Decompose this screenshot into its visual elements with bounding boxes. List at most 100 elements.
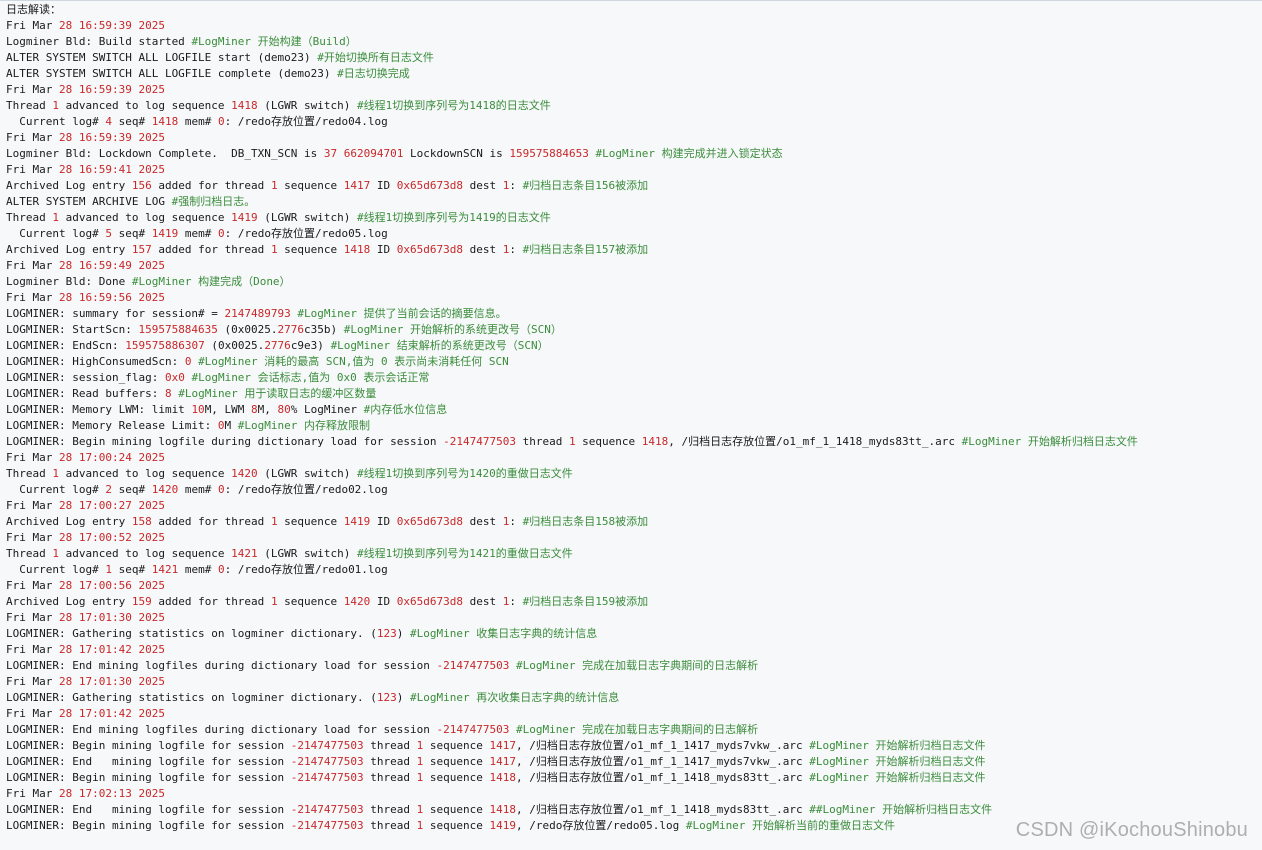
text-token: (LGWR switch) — [257, 211, 358, 224]
vertical-scrollbar[interactable] — [1256, 0, 1262, 850]
comment-token: #LogMiner 完成在加载日志字典期间的日志解析 — [515, 723, 759, 736]
text-token: Fri Mar — [6, 611, 59, 624]
comment-token: #LogMiner 完成在加载日志字典期间的日志解析 — [515, 659, 759, 672]
number-token: 1420 — [343, 595, 371, 608]
text-token: Fri Mar — [6, 707, 59, 720]
text-token: sequence — [277, 243, 344, 256]
text-token: added for thread — [151, 595, 271, 608]
text-token: ID — [370, 179, 397, 192]
number-token: 1 — [52, 547, 59, 560]
text-token: Fri Mar — [6, 643, 59, 656]
comment-token: #LogMiner 开始解析归档日志文件 — [809, 755, 986, 768]
code-line: LOGMINER: session_flag: 0x0 #LogMiner 会话… — [6, 370, 1262, 386]
number-token: 1 — [105, 563, 112, 576]
text-token: LOGMINER: HighConsumedScn: — [6, 355, 185, 368]
text-token: Fri Mar — [6, 19, 59, 32]
number-token: 17:00:27 2025 — [78, 499, 165, 512]
number-token: 1 — [52, 99, 59, 112]
text-token: LOGMINER: Memory Release Limit: — [6, 419, 218, 432]
text-token: , /归档日志存放位置/o1_mf_1_1418_myds83tt_.arc — [668, 435, 962, 448]
code-line: Fri Mar 28 16:59:39 2025 — [6, 82, 1262, 98]
number-token: 16:59:39 2025 — [78, 19, 165, 32]
number-token: 1419 — [343, 515, 371, 528]
text-token: ) — [396, 627, 410, 640]
number-token: 1 — [568, 435, 576, 448]
text-token: Fri Mar — [6, 291, 59, 304]
comment-token: #内存低水位信息 — [363, 403, 448, 416]
text-token: Current log# — [6, 483, 106, 496]
text-token: sequence — [423, 803, 490, 816]
number-token: 17:02:13 2025 — [78, 787, 165, 800]
text-token: thread — [515, 435, 569, 448]
text-token: advanced to log sequence — [58, 99, 232, 112]
text-token: Current log# — [6, 227, 106, 240]
code-line: Fri Mar 28 17:01:42 2025 — [6, 642, 1262, 658]
text-token: , /归档日志存放位置/o1_mf_1_1418_myds83tt_.arc — [515, 803, 810, 816]
number-token: 28 — [58, 163, 73, 176]
text-token: LOGMINER: End mining logfiles during dic… — [6, 723, 437, 736]
number-token: 28 — [58, 19, 73, 32]
number-token: 1418 — [151, 115, 179, 128]
text-token: Archived Log entry — [6, 179, 132, 192]
text-token: sequence — [277, 179, 344, 192]
text-token: dest — [463, 243, 503, 256]
code-line: Fri Mar 28 16:59:56 2025 — [6, 290, 1262, 306]
comment-token: #归档日志条目157被添加 — [522, 243, 649, 256]
number-token: 17:00:24 2025 — [78, 451, 165, 464]
code-line: Archived Log entry 159 added for thread … — [6, 594, 1262, 610]
text-token: (LGWR switch) — [257, 467, 358, 480]
text-token: thread — [363, 771, 417, 784]
number-token: 159 — [131, 595, 152, 608]
code-line: LOGMINER: Begin mining logfile for sessi… — [6, 738, 1262, 754]
text-token: % LogMiner — [290, 403, 364, 416]
text-token: thread — [363, 755, 417, 768]
comment-token: #归档日志条目156被添加 — [522, 179, 649, 192]
number-token: 17:01:42 2025 — [78, 707, 165, 720]
text-token: dest — [463, 515, 503, 528]
code-line: LOGMINER: Begin mining logfile for sessi… — [6, 770, 1262, 786]
text-token: Fri Mar — [6, 787, 59, 800]
code-line: LOGMINER: Gathering statistics on logmin… — [6, 626, 1262, 642]
comment-token: #LogMiner 构建完成并进入锁定状态 — [595, 147, 783, 160]
number-token: 16:59:56 2025 — [78, 291, 165, 304]
number-token: 1418 — [489, 803, 516, 816]
text-token: thread — [363, 803, 417, 816]
comment-token: #LogMiner 用于读取日志的缓冲区数量 — [178, 387, 377, 400]
number-token: 28 — [58, 675, 73, 688]
number-token: 28 — [58, 291, 73, 304]
text-token: Fri Mar — [6, 83, 59, 96]
text-token: Archived Log entry — [6, 595, 132, 608]
text-token: LOGMINER: Memory LWM: limit — [6, 403, 192, 416]
text-token: c35b) — [304, 323, 344, 336]
number-token: 1420 — [231, 467, 258, 480]
text-token: ID — [370, 515, 397, 528]
comment-token: #LogMiner 开始解析当前的重做日志文件 — [685, 819, 896, 832]
number-token: 1417 — [343, 179, 371, 192]
number-token: -2147477503 — [290, 739, 364, 752]
text-token: advanced to log sequence — [58, 467, 232, 480]
number-token: 5 — [105, 227, 112, 240]
text-token: (LGWR switch) — [257, 99, 358, 112]
comment-token: #LogMiner 结束解析的系统更改号（SCN） — [330, 339, 549, 352]
number-token: 662094701 — [343, 147, 404, 160]
text-token: seq# — [111, 483, 152, 496]
code-line: 日志解读： — [6, 2, 1262, 18]
text-token: mem# — [178, 563, 218, 576]
text-token: Archived Log entry — [6, 243, 132, 256]
number-token: 0x65d673d8 — [396, 595, 464, 608]
code-line: ALTER SYSTEM SWITCH ALL LOGFILE complete… — [6, 66, 1262, 82]
text-token: sequence — [575, 435, 642, 448]
number-token: 1418 — [231, 99, 258, 112]
code-line: Thread 1 advanced to log sequence 1419 (… — [6, 210, 1262, 226]
text-token: 日志解读： — [6, 3, 61, 16]
text-token: Thread — [6, 211, 53, 224]
number-token: 1417 — [489, 739, 516, 752]
